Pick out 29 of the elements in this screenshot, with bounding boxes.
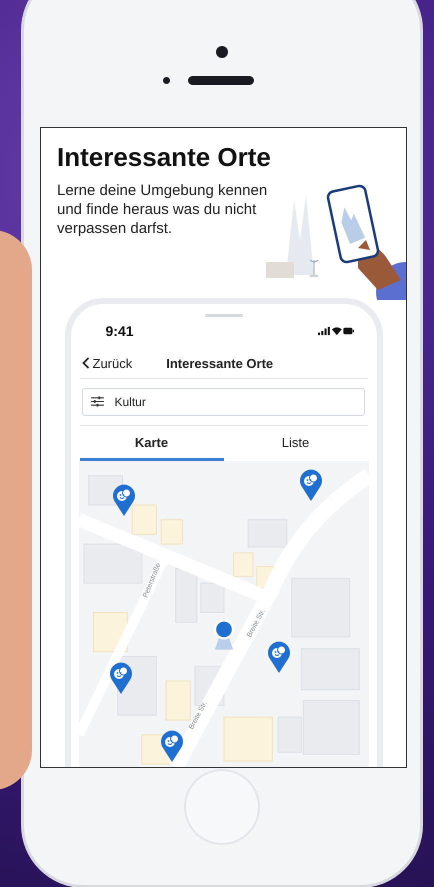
back-chevron-icon <box>82 357 90 369</box>
building-block <box>223 716 272 762</box>
status-icons-drawing <box>318 326 354 336</box>
theater-pin-icon[interactable] <box>266 640 291 673</box>
back-button[interactable]: Zurück <box>82 356 132 370</box>
screen-description: Lerne deine Umgebung kennen und finde heraus was du nicht verpassen darfst. <box>57 181 268 238</box>
filter-sliders-icon <box>90 396 104 407</box>
notch-icon <box>204 314 242 317</box>
screen-title: Interessante Orte <box>57 142 272 173</box>
nav-title: Interessante Orte <box>166 356 274 370</box>
camera-icon <box>216 46 228 58</box>
theater-pin-icon[interactable] <box>112 484 136 516</box>
theater-pin-icon[interactable] <box>160 730 184 762</box>
back-label: Zurück <box>92 356 132 370</box>
status-time: 9:41 <box>106 323 134 339</box>
building-block <box>247 519 287 548</box>
filter-field[interactable]: Kultur <box>82 388 364 416</box>
building-block <box>174 568 197 623</box>
sensor-icon <box>162 77 170 84</box>
theater-pin-icon[interactable] <box>298 469 322 502</box>
building-block <box>232 552 253 577</box>
building-block <box>82 544 142 584</box>
building-block <box>165 680 190 721</box>
building-block <box>160 519 182 545</box>
location-marker-icon <box>212 618 234 650</box>
speaker-icon <box>188 76 254 85</box>
building-block <box>131 504 156 535</box>
building-block <box>200 582 224 614</box>
theater-pin-icon[interactable] <box>109 662 134 694</box>
